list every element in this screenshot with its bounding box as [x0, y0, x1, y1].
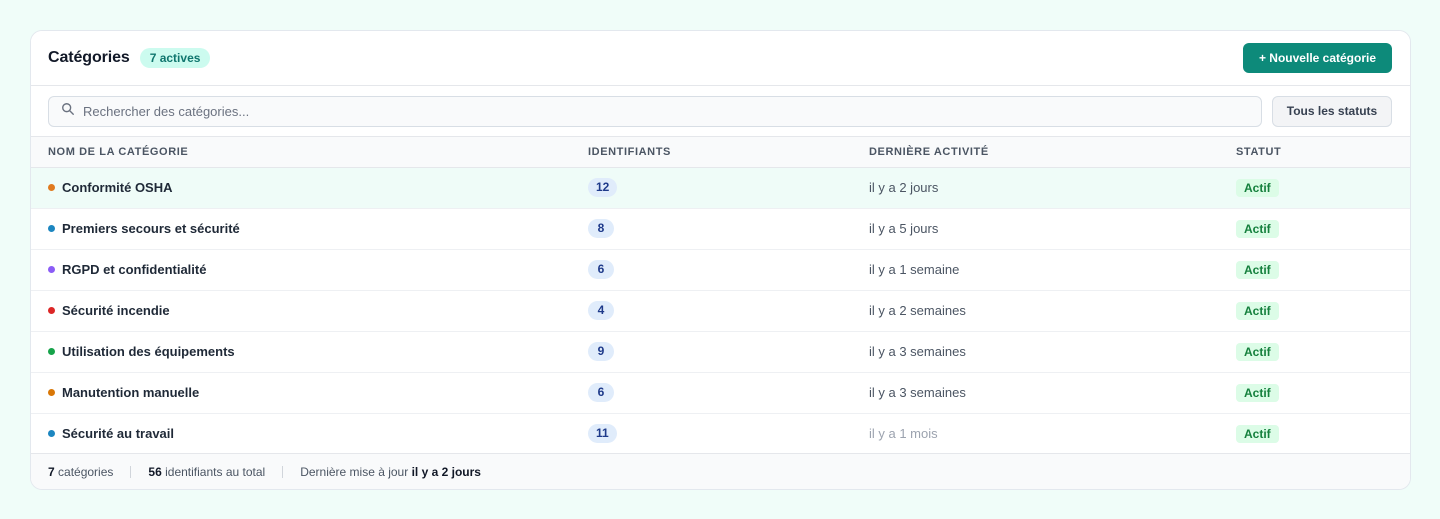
page-title: Catégories	[48, 49, 130, 66]
categories-panel: Catégories 7 actives + Nouvelle catégori…	[30, 30, 1411, 490]
table-row[interactable]: Conformité OSHA 12 il y a 2 jours Actif	[31, 167, 1410, 208]
last-activity-cell: il y a 3 semaines	[869, 331, 1236, 372]
category-name-cell: Sécurité au travail	[31, 413, 588, 454]
category-color-dot	[48, 389, 55, 396]
panel-header: Catégories 7 actives + Nouvelle catégori…	[31, 31, 1410, 86]
status-badge: Actif	[1236, 383, 1279, 402]
table-footer: 7 catégories 56 identifiants au total De…	[31, 453, 1410, 489]
identifiers-cell: 12	[588, 167, 869, 208]
active-count-badge: 7 actives	[139, 48, 211, 68]
footer-last-update: Dernière mise à jour il y a 2 jours	[300, 464, 481, 479]
last-activity-cell: il y a 3 semaines	[869, 372, 1236, 413]
last-activity-text: il y a 1 semaine	[869, 262, 960, 277]
category-name-cell: Manutention manuelle	[31, 372, 588, 413]
category-color-dot	[48, 430, 55, 437]
category-name[interactable]: Manutention manuelle	[62, 385, 199, 400]
last-activity-text: il y a 3 semaines	[869, 385, 966, 400]
table-row[interactable]: Utilisation des équipements 9 il y a 3 sem…	[31, 331, 1410, 372]
column-header-name[interactable]: Nom de la catégorie	[31, 137, 588, 168]
identifiers-cell: 11	[588, 413, 869, 454]
category-name[interactable]: Sécurité incendie	[62, 303, 170, 318]
toolbar: Tous les statuts	[31, 86, 1410, 137]
identifiers-count-badge: 9	[588, 342, 614, 361]
footer-divider	[130, 465, 132, 478]
table-row[interactable]: RGPD et confidentialité 6 il y a 1 semaine…	[31, 249, 1410, 290]
category-name-cell: Utilisation des équipements	[31, 331, 588, 372]
category-name[interactable]: Premiers secours et sécurité	[62, 221, 240, 236]
categories-table: Nom de la catégorie Identifiants Dernièr…	[31, 137, 1410, 455]
identifiers-count-badge: 6	[588, 260, 614, 279]
table-row[interactable]: Premiers secours et sécurité 8 il y a 5 jo…	[31, 208, 1410, 249]
last-activity-text: il y a 3 semaines	[869, 344, 966, 359]
last-activity-cell: il y a 2 semaines	[869, 290, 1236, 331]
status-cell: Actif	[1236, 372, 1410, 413]
footer-identifiers-summary: 56 identifiants au total	[148, 464, 266, 479]
status-cell: Actif	[1236, 331, 1410, 372]
identifiers-count-badge: 8	[588, 219, 614, 238]
category-name-cell: Conformité OSHA	[31, 167, 588, 208]
footer-divider	[282, 465, 284, 478]
last-activity-text: il y a 2 semaines	[869, 303, 966, 318]
footer-categories-summary: 7 catégories	[48, 464, 114, 479]
table-row[interactable]: Sécurité au travail 11 il y a 1 mois Actif	[31, 413, 1410, 454]
identifiers-count-badge: 11	[588, 424, 617, 443]
search-box[interactable]	[48, 95, 1262, 127]
category-color-dot	[48, 184, 55, 191]
status-cell: Actif	[1236, 167, 1410, 208]
category-color-dot	[48, 266, 55, 273]
last-activity-cell: il y a 1 semaine	[869, 249, 1236, 290]
category-name[interactable]: Sécurité au travail	[62, 426, 174, 441]
category-name-cell: RGPD et confidentialité	[31, 249, 588, 290]
category-name-cell: Premiers secours et sécurité	[31, 208, 588, 249]
identifiers-cell: 4	[588, 290, 869, 331]
last-activity-cell: il y a 5 jours	[869, 208, 1236, 249]
status-cell: Actif	[1236, 290, 1410, 331]
column-header-last-activity[interactable]: Dernière activité	[869, 137, 1236, 168]
table-row[interactable]: Sécurité incendie 4 il y a 2 semaines Actif	[31, 290, 1410, 331]
identifiers-count-badge: 4	[588, 301, 614, 320]
status-badge: Actif	[1236, 424, 1279, 443]
category-color-dot	[48, 307, 55, 314]
new-category-button[interactable]: + Nouvelle catégorie	[1243, 43, 1392, 73]
status-cell: Actif	[1236, 413, 1410, 454]
identifiers-cell: 6	[588, 249, 869, 290]
column-header-status[interactable]: Statut	[1236, 137, 1410, 168]
category-color-dot	[48, 225, 55, 232]
identifiers-count-badge: 6	[588, 383, 614, 402]
category-name[interactable]: Utilisation des équipements	[62, 344, 235, 359]
category-name[interactable]: Conformité OSHA	[62, 180, 173, 195]
identifiers-count-badge: 12	[588, 178, 618, 197]
status-badge: Actif	[1236, 219, 1279, 238]
search-icon	[61, 102, 75, 121]
status-cell: Actif	[1236, 249, 1410, 290]
category-name[interactable]: RGPD et confidentialité	[62, 262, 206, 277]
last-activity-cell: il y a 1 mois	[869, 413, 1236, 454]
identifiers-cell: 6	[588, 372, 869, 413]
last-activity-text: il y a 1 mois	[869, 426, 938, 441]
status-filter-dropdown[interactable]: Tous les statuts	[1272, 95, 1392, 127]
category-color-dot	[48, 348, 55, 355]
category-name-cell: Sécurité incendie	[31, 290, 588, 331]
status-badge: Actif	[1236, 260, 1279, 279]
search-input[interactable]	[83, 103, 1183, 119]
status-cell: Actif	[1236, 208, 1410, 249]
identifiers-cell: 8	[588, 208, 869, 249]
table-header-row: Nom de la catégorie Identifiants Dernièr…	[31, 137, 1410, 168]
status-badge: Actif	[1236, 301, 1279, 320]
last-activity-text: il y a 5 jours	[869, 221, 939, 236]
identifiers-cell: 9	[588, 331, 869, 372]
last-activity-cell: il y a 2 jours	[869, 167, 1236, 208]
status-badge: Actif	[1236, 178, 1279, 197]
last-activity-text: il y a 2 jours	[869, 180, 939, 195]
status-badge: Actif	[1236, 342, 1279, 361]
table-row[interactable]: Manutention manuelle 6 il y a 3 semaines Ac…	[31, 372, 1410, 413]
column-header-identifiers[interactable]: Identifiants	[588, 137, 869, 168]
